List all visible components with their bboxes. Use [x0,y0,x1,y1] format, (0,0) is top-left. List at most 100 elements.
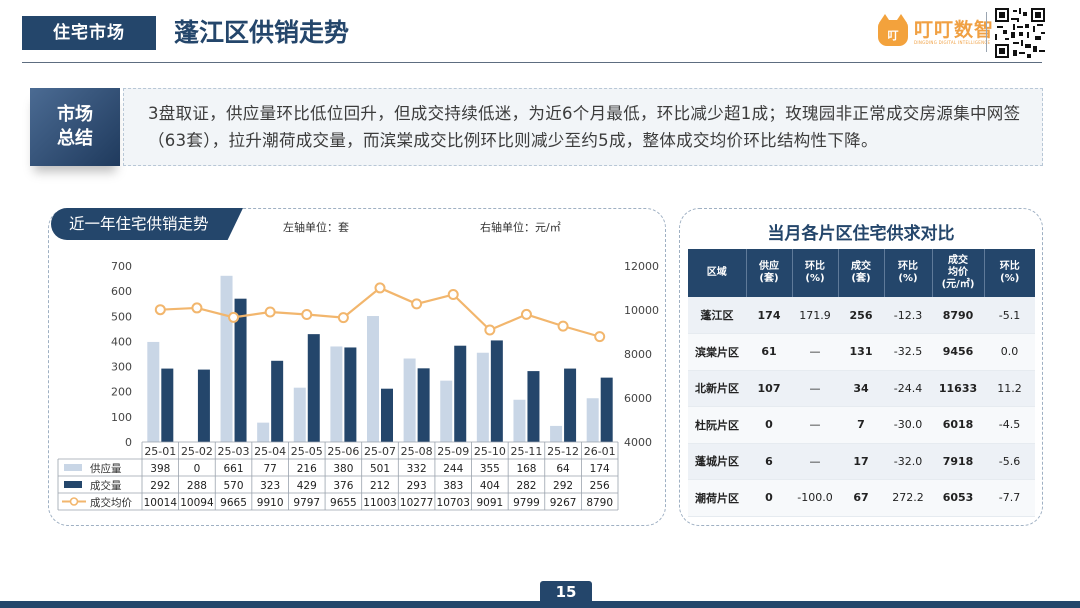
table-cell: 34 [838,370,884,407]
table-header-3-line-1: (套) [851,273,871,284]
table-cell: 9456 [932,333,984,371]
table-header-4-line-0: 环比 [898,261,918,272]
price-point [154,304,166,316]
sales-bar [527,371,540,442]
y-left-tick: 600 [111,285,132,298]
district-name: 杜阮片区 [688,406,746,444]
table-cell: 7918 [932,443,984,480]
brand-name: 叮叮数智 [914,19,995,41]
supply-bar [367,316,379,442]
table-value: 570 [224,480,244,492]
table-value: 380 [333,463,353,475]
table-value: 168 [516,463,536,475]
section-tag: 住宅市场 [22,16,156,50]
table-row: 蓬江区 174 171.9 256 -12.3 8790 -5.1 [688,297,1035,334]
table-value: 8790 [586,497,613,509]
table-cell: 131 [838,333,884,371]
table-cell: 11.2 [984,370,1035,407]
table-value: 9655 [330,497,357,509]
supply-bar [513,399,526,442]
table-cell: -7.7 [984,479,1035,517]
table-cell: — [792,406,838,444]
page-title: 蓬江区供销走势 [174,18,350,47]
table-cell: 0 [746,479,792,517]
table-cell: 11633 [932,370,984,407]
table-cell: -5.1 [984,297,1035,334]
table-header-1-line-0: 供应 [759,261,779,272]
supply-bar [550,425,563,442]
table-header-5-line-1: 均价 [948,267,968,278]
price-point [374,282,386,294]
header-divider [986,12,987,52]
price-point [264,306,276,318]
y-right-tick: 4000 [624,436,652,449]
table-cell: -32.5 [884,333,932,371]
table-header-6-line-0: 环比 [999,261,1020,272]
supply-bar [476,352,489,442]
table-value: 212 [370,480,390,492]
legend-key-sales [64,481,82,488]
table-value: 282 [516,480,536,492]
supply-bar [403,358,416,442]
table-header-3: 成交 (套) [838,249,885,297]
sales-bar [344,347,357,442]
table-header-1: 供应 (套) [746,249,793,297]
table-cell: 67 [838,479,884,517]
table-cell: 171.9 [792,297,838,334]
table-cell: 256 [838,297,884,334]
table-cell: 61 [746,333,792,371]
x-tick-label: 25-01 [144,445,176,458]
table-header-5: 成交 均价 (元/㎡) [932,249,985,297]
table-row: 杜阮片区 0—7 -30.0 6018 -4.5 [688,406,1035,444]
page-number: 15 [540,581,592,603]
price-point [411,298,423,310]
table-cell: — [792,333,838,371]
table-cell: 107 [746,370,792,407]
y-right-tick: 8000 [624,348,652,361]
table-cell: -30.0 [884,406,932,444]
y-left-tick: 700 [111,260,132,273]
district-name: 北新片区 [688,370,746,407]
x-tick-label: 25-05 [291,445,323,458]
y-left-tick: 100 [111,411,132,424]
price-point [557,320,569,332]
table-value: 332 [407,463,427,475]
district-name: 滨棠片区 [688,333,746,371]
table-value: 9910 [257,497,284,509]
table-value: 256 [590,480,610,492]
table-header-3-line-0: 成交 [851,261,871,272]
supply-bar [293,387,306,442]
table-header-4-line-1: (%) [898,273,918,284]
price-point [520,308,532,320]
district-name: 潮荷片区 [688,479,746,517]
footer-bar [0,601,1080,608]
table-cell: 7 [838,406,884,444]
table-value: 292 [150,480,170,492]
price-point [191,302,203,314]
district-name: 蓬江区 [688,297,746,334]
sales-bar [161,368,174,442]
table-cell: 6 [746,443,792,480]
sales-bar [381,388,393,442]
summary-tag-line2: 总结 [57,128,93,149]
table-header-0-line-0: 区域 [706,267,727,278]
table-value: 216 [297,463,317,475]
legend-label: 成交均价 [90,496,132,509]
table-cell: -100.0 [792,479,838,517]
legend-key-price-point [69,497,79,506]
summary-tag: 市场 总结 [30,88,120,166]
table-cell: 272.2 [884,479,932,517]
sales-bar [271,360,284,442]
table-value: 9267 [550,497,577,509]
table-value: 64 [556,463,570,475]
table-value: 9797 [293,497,320,509]
x-tick-label: 25-09 [437,445,469,458]
y-left-tick: 500 [111,310,132,323]
table-value: 376 [333,480,353,492]
table-value: 10277 [400,497,433,509]
y-right-tick: 12000 [624,260,659,273]
header-rule [22,62,1042,63]
table-value: 10094 [180,497,214,509]
y-left-tick: 200 [111,386,132,399]
table-row: 潮荷片区 0 -100.0 67 272.2 6053 -7.7 [688,479,1035,517]
